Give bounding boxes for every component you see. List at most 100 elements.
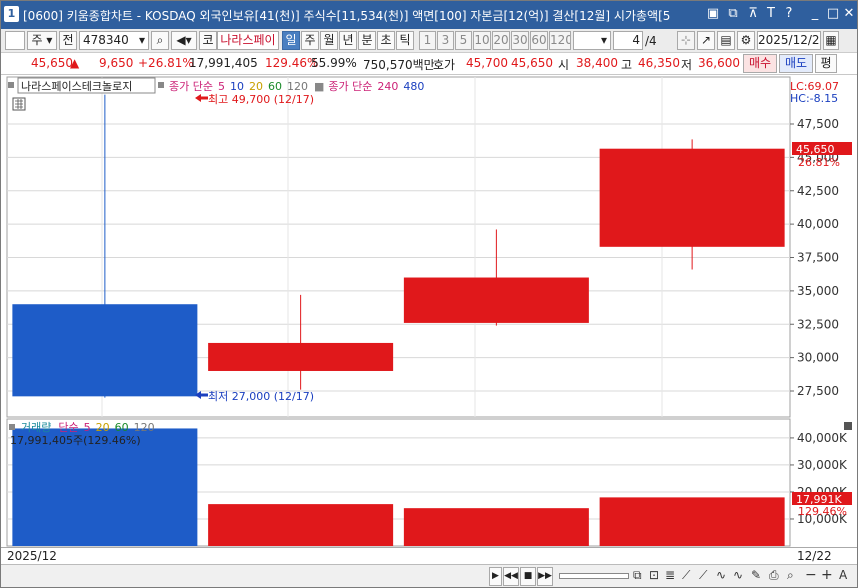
calendar-icon[interactable]: ▦ [823, 31, 839, 50]
quote-bar: 45,650 ▲ 9,650 +26.81% 17,991,405 129.46… [1, 53, 857, 75]
rewind-icon[interactable]: ◀◀ [503, 567, 519, 586]
wave-icon[interactable]: ∿ [716, 568, 726, 582]
zoom-in-icon[interactable]: + [821, 567, 833, 583]
stock-checkbox[interactable] [5, 31, 25, 50]
chevron-down-icon: ▾ [600, 33, 607, 47]
period-tab[interactable]: 틱 [396, 31, 414, 50]
chevron-down-icon[interactable]: ▾ [139, 32, 145, 49]
ruler-icon[interactable]: ≣ [665, 568, 675, 582]
ma-label: 종가 단순 [169, 80, 213, 93]
chart-window: 1 [0600] 키움종합차트 - KOSDAQ 외국인보유[41(천)] 주식… [0, 0, 858, 588]
print-icon[interactable]: ⎙ [769, 568, 779, 583]
change-rate: +26.81% [138, 56, 194, 70]
price-tag: 45,650 [796, 143, 835, 156]
zoom-slider[interactable] [559, 573, 629, 579]
volume-title: 거래량 [21, 421, 51, 434]
link-icon[interactable]: ▣ [705, 6, 721, 22]
stock-name-field[interactable]: 나라스페이 [217, 31, 279, 50]
date-right: 12/22 [797, 549, 832, 563]
indicator-icon[interactable]: ⊹ [677, 31, 695, 50]
vol-ma-period: 120 [134, 421, 155, 434]
cursor-icon[interactable]: ⊡ [649, 568, 659, 582]
ma-legend: 종가 단순 5 10 20 60 120 ■ 종가 단순 240 480 [169, 80, 424, 93]
minimize-icon[interactable]: _ [807, 6, 823, 22]
trend-icon[interactable]: ⟋ [682, 568, 690, 583]
ma-marker-icon [158, 82, 164, 88]
interval-button[interactable]: 5 [455, 31, 472, 50]
jumun-select[interactable]: 주 ▾ [27, 31, 57, 50]
period-tab[interactable]: 주 [301, 31, 319, 50]
date-axis: 2025/12 12/22 [1, 547, 857, 564]
search-icon[interactable]: ⌕ [151, 31, 169, 50]
title-bar: 1 [0600] 키움종합차트 - KOSDAQ 외국인보유[41(천)] 주식… [1, 1, 857, 29]
vol-ma-period: 20 [96, 421, 110, 434]
rate-tag: 26.81% [798, 156, 840, 169]
interval-button[interactable]: 3 [437, 31, 454, 50]
ma2-period: 480 [403, 80, 424, 93]
high-annotation: 최고 49,700 (12/17) [208, 93, 314, 106]
gear-icon[interactable]: ⚙ [737, 31, 755, 50]
turnover-rate: 55.99% [311, 56, 357, 70]
font-size-icon[interactable]: A [839, 568, 847, 582]
price-tick-label: 27,500 [797, 384, 839, 398]
fast-forward-icon[interactable]: ▶▶ [537, 567, 553, 586]
scroll-right-icon[interactable]: ▶ [489, 567, 502, 586]
pin-icon[interactable]: ⊼ [745, 6, 761, 22]
ma-period: 10 [230, 80, 244, 93]
ma-period: 5 [218, 80, 225, 93]
volume-value: 17,991,405 [189, 56, 258, 70]
maximize-icon[interactable]: □ [825, 6, 841, 22]
stock-code-input[interactable]: 478340 ▾ [79, 31, 149, 50]
open-price: 38,400 [576, 56, 618, 70]
price-tick-label: 40,000 [797, 217, 839, 231]
draw-icon[interactable]: ✎ [751, 568, 761, 582]
zoom-search-icon[interactable]: ⌕ [787, 568, 794, 583]
price-tick-label: 37,500 [797, 251, 839, 265]
interval-button[interactable]: 30 [511, 31, 529, 50]
period-tab[interactable]: 년 [339, 31, 357, 50]
volume-bar [208, 504, 394, 546]
close-icon[interactable]: ✕ [841, 6, 857, 22]
stock-type-label: 코 [199, 31, 217, 50]
jeon-button[interactable]: 전 [59, 31, 77, 50]
period-tab[interactable]: 월 [320, 31, 338, 50]
interval-select[interactable]: ▾ [573, 31, 611, 50]
period-tab[interactable]: 초 [377, 31, 395, 50]
draw-line-icon[interactable]: ↗ [697, 31, 715, 50]
interval-button[interactable]: 1 [419, 31, 436, 50]
interval-button[interactable]: 20 [492, 31, 510, 50]
price-tick-label: 42,500 [797, 184, 839, 198]
low-price: 36,600 [698, 56, 740, 70]
interval-button[interactable]: 120 [549, 31, 571, 50]
save-icon[interactable]: ▤ [717, 31, 735, 50]
copy-window-icon[interactable]: ⧉ [725, 6, 741, 22]
speaker-icon[interactable]: ◀▾ [171, 31, 197, 50]
candle-body [599, 148, 785, 247]
text-icon[interactable]: T [763, 6, 779, 22]
buy-button[interactable]: 매수 [743, 54, 777, 73]
stop-icon[interactable]: ■ [520, 567, 536, 586]
volume-rate-tag: 129.46% [798, 505, 847, 518]
high-label: 고 [621, 58, 633, 72]
hc-value: HC:-8.15 [790, 92, 838, 105]
period-tab[interactable]: 분 [358, 31, 376, 50]
sell-button[interactable]: 매도 [779, 54, 813, 73]
wave2-icon[interactable]: ∿ [733, 568, 743, 582]
count-input[interactable]: 4 [613, 31, 643, 50]
zoom-out-icon[interactable]: − [805, 567, 817, 583]
high-price: 46,350 [638, 56, 680, 70]
date-input[interactable]: 2025/12/22 [757, 31, 821, 50]
jumun-label: 주 [31, 33, 43, 47]
bid-price-1: 45,700 [466, 56, 508, 70]
trend2-icon[interactable]: ⟋ [699, 568, 707, 583]
period-tab[interactable]: 일 [282, 31, 300, 50]
price-change: 9,650 [99, 56, 134, 70]
eval-button[interactable]: 평 [815, 54, 837, 73]
help-icon[interactable]: ? [781, 6, 797, 22]
copy-icon[interactable]: ⧉ [633, 568, 642, 583]
interval-button[interactable]: 60 [530, 31, 548, 50]
interval-button[interactable]: 10 [473, 31, 491, 50]
chart-area[interactable]: 47,500 45,000 42,500 40,000 37,500 35,000 32,5… [1, 75, 857, 547]
panel-close-icon[interactable] [844, 422, 852, 430]
chart-toolbar: 주 ▾ 전 478340 ▾ ⌕ ◀▾ 코 나라스페이 일주월년분초틱 1 3 5 10… [1, 29, 857, 53]
